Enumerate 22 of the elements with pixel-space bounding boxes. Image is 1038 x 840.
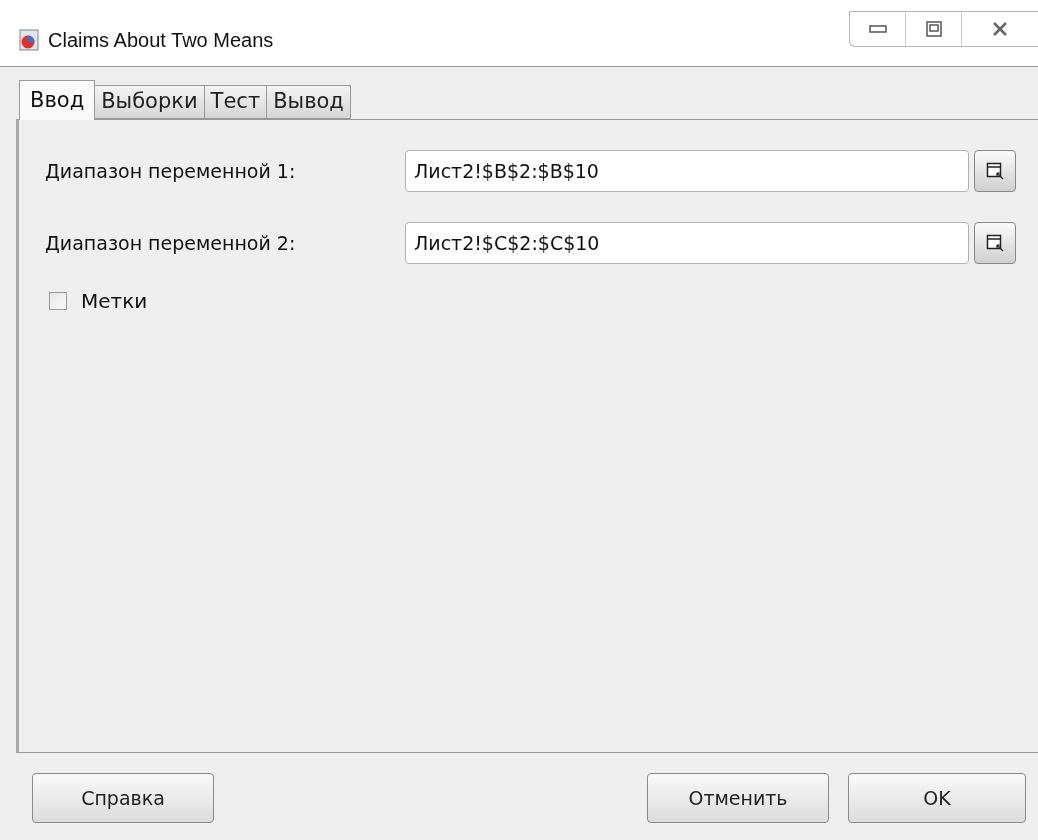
checkbox-label: Метки — [81, 288, 148, 315]
range-field[interactable]: Лист2!$B$2:$B$10 — [405, 150, 969, 192]
checkbox[interactable] — [49, 292, 67, 310]
tab[interactable]: Тест — [204, 85, 268, 119]
range-field[interactable]: Лист2!$C$2:$C$10 — [405, 222, 969, 264]
range-select-icon — [986, 234, 1004, 252]
range-select-button[interactable] — [974, 150, 1016, 192]
maximize-icon — [925, 21, 942, 37]
range-select-icon — [986, 162, 1004, 180]
range-select-button[interactable] — [974, 222, 1016, 264]
range-label: Диапазон переменной 2: — [45, 230, 297, 256]
help-button[interactable]: Справка — [32, 773, 214, 823]
close-icon — [992, 21, 1008, 37]
app-icon — [18, 29, 40, 51]
tab[interactable]: Выборки — [95, 85, 205, 119]
ok-button[interactable]: OK — [848, 773, 1026, 823]
window-title: Claims About Two Means — [48, 28, 274, 53]
range-label: Диапазон переменной 1: — [45, 158, 297, 184]
tab[interactable]: Ввод — [19, 80, 96, 120]
minimize-icon — [868, 25, 887, 33]
cancel-button[interactable]: Отменить — [647, 773, 829, 823]
tab[interactable]: Вывод — [267, 85, 351, 119]
